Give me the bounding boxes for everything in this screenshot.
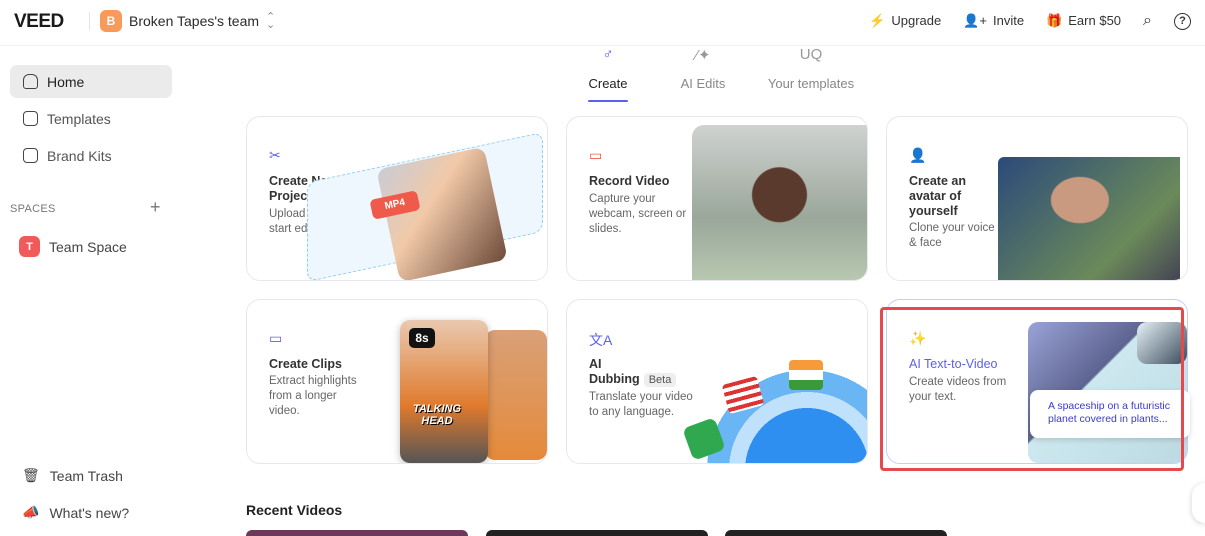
sidebar-item-label: Home bbox=[47, 73, 85, 90]
search-icon[interactable]: ⌕ bbox=[1143, 12, 1152, 30]
card-title: Record Video bbox=[589, 174, 670, 188]
beta-badge: Beta bbox=[643, 373, 677, 387]
scissors-icon: ✂ bbox=[269, 147, 281, 163]
help-icon[interactable]: ? bbox=[1174, 12, 1191, 30]
chevron-up-down-icon: ⌃ ⌄ bbox=[266, 11, 276, 31]
card-description: Capture your webcam, screen or slides. bbox=[589, 193, 687, 235]
sidebar-item-home[interactable]: Home bbox=[10, 65, 172, 98]
recent-video-thumb[interactable] bbox=[486, 530, 708, 536]
team-avatar: B bbox=[100, 10, 122, 32]
trash-label: Team Trash bbox=[49, 467, 123, 484]
brand-kit-icon bbox=[23, 148, 38, 163]
card-title: AI Dubbing bbox=[589, 357, 640, 386]
sidebar-item-templates[interactable]: Templates bbox=[10, 102, 172, 135]
prompt-caption: A spaceship on a futuristic planet cover… bbox=[1030, 390, 1190, 438]
sidebar-item-brand-kits[interactable]: Brand Kits bbox=[10, 139, 172, 172]
caption-overlay: TALKING HEAD bbox=[412, 403, 462, 427]
top-bar: VEED B Broken Tapes's team ⌃ ⌄ ⚡ Upgrade 👤… bbox=[0, 0, 1205, 46]
templates-icon bbox=[23, 111, 38, 126]
video-camera-icon: ▭ bbox=[589, 147, 603, 163]
tab-create[interactable]: ♂ Create bbox=[580, 44, 636, 102]
card-description: Clone your voice & face bbox=[909, 222, 995, 249]
invite-label: Invite bbox=[993, 13, 1025, 28]
card-title: Create Clips bbox=[269, 357, 342, 371]
recent-video-thumb[interactable] bbox=[725, 530, 947, 536]
webcam-person-image bbox=[692, 125, 867, 280]
tab-your-templates[interactable]: UQ Your templates bbox=[756, 44, 866, 102]
sidebar-item-label: Brand Kits bbox=[47, 147, 112, 164]
team-name: Broken Tapes's team bbox=[129, 13, 260, 29]
megaphone-icon: 📣 bbox=[22, 504, 40, 520]
card-description: Translate your video to any language. bbox=[589, 391, 693, 418]
magic-wand-icon: ⁄✦ bbox=[695, 47, 711, 64]
templates-search-icon: UQ bbox=[799, 46, 823, 63]
card-ai-text-to-video[interactable]: ✨ AI Text-to-Video Create videos from yo… bbox=[886, 299, 1188, 464]
gift-icon: 🎁 bbox=[1046, 13, 1063, 28]
spaces-heading: SPACES bbox=[10, 203, 56, 215]
team-space-label: Team Space bbox=[49, 238, 127, 255]
team-switcher[interactable]: B Broken Tapes's team ⌃ ⌄ bbox=[100, 10, 275, 32]
upgrade-button[interactable]: ⚡ Upgrade bbox=[869, 13, 941, 29]
sidebar-item-trash[interactable]: 🗑 Team Trash bbox=[22, 467, 123, 484]
user-plus-icon: 👤+ bbox=[963, 13, 987, 28]
recent-videos-heading: Recent Videos bbox=[246, 502, 343, 518]
home-icon bbox=[23, 74, 38, 89]
india-flag-icon bbox=[789, 360, 823, 390]
earn-label: Earn $50 bbox=[1068, 13, 1122, 28]
lightning-icon: ⚡ bbox=[869, 13, 886, 28]
upgrade-label: Upgrade bbox=[891, 13, 942, 28]
card-description: Extract highlights from a longer video. bbox=[269, 375, 357, 417]
snowboarder-thumbnail bbox=[1137, 322, 1187, 364]
tab-ai-edits[interactable]: ⁄✦ AI Edits bbox=[650, 44, 756, 102]
create-icon: ♂ bbox=[602, 46, 614, 63]
sidebar-item-team-space[interactable]: T Team Space bbox=[19, 236, 127, 257]
card-create-avatar[interactable]: 👤 Create an avatar of yourself Clone you… bbox=[886, 116, 1188, 281]
sidebar-item-whats-new[interactable]: 📣 What's new? bbox=[22, 504, 129, 521]
invite-button[interactable]: 👤+ Invite bbox=[963, 13, 1024, 29]
space-avatar: T bbox=[19, 236, 40, 257]
duration-badge: 8s bbox=[409, 328, 435, 348]
sidebar-item-label: Templates bbox=[47, 110, 111, 127]
create-tabs: ♂ Create ⁄✦ AI Edits UQ Your templates bbox=[580, 44, 866, 102]
tab-label: AI Edits bbox=[680, 76, 726, 91]
whats-new-label: What's new? bbox=[49, 504, 130, 521]
avatar-face-scan-image bbox=[998, 157, 1180, 280]
clips-icon: ▭ bbox=[269, 330, 283, 346]
card-description: Create videos from your text. bbox=[909, 376, 1007, 403]
card-create-new-project[interactable]: ✂ Create New Project Upload your files a… bbox=[246, 116, 548, 281]
recent-video-thumb[interactable] bbox=[246, 530, 468, 536]
card-ai-dubbing[interactable]: 文A AI Dubbing Beta Translate your video t… bbox=[566, 299, 868, 464]
user-icon: 👤 bbox=[909, 147, 927, 163]
sidebar: Home Templates Brand Kits SPACES + T Team… bbox=[0, 46, 185, 536]
chat-widget-button[interactable] bbox=[1192, 483, 1205, 523]
add-space-icon[interactable]: + bbox=[150, 197, 161, 218]
divider bbox=[89, 12, 90, 30]
card-title: AI Text-to-Video bbox=[909, 357, 998, 371]
magic-wand-icon: ✨ bbox=[909, 330, 927, 346]
card-record-video[interactable]: ▭ Record Video Capture your webcam, scre… bbox=[566, 116, 868, 281]
card-title: Create an avatar of yourself bbox=[909, 174, 966, 218]
earn-button[interactable]: 🎁 Earn $50 bbox=[1046, 13, 1121, 29]
tab-label: Your templates bbox=[767, 76, 855, 91]
tab-label: Create bbox=[588, 76, 628, 91]
translate-icon: 文A bbox=[589, 332, 613, 348]
clip-thumbnail bbox=[485, 330, 547, 460]
trash-icon: 🗑 bbox=[22, 467, 40, 483]
veed-logo[interactable]: VEED bbox=[14, 11, 64, 33]
card-create-clips[interactable]: ▭ Create Clips Extract highlights from a… bbox=[246, 299, 548, 464]
